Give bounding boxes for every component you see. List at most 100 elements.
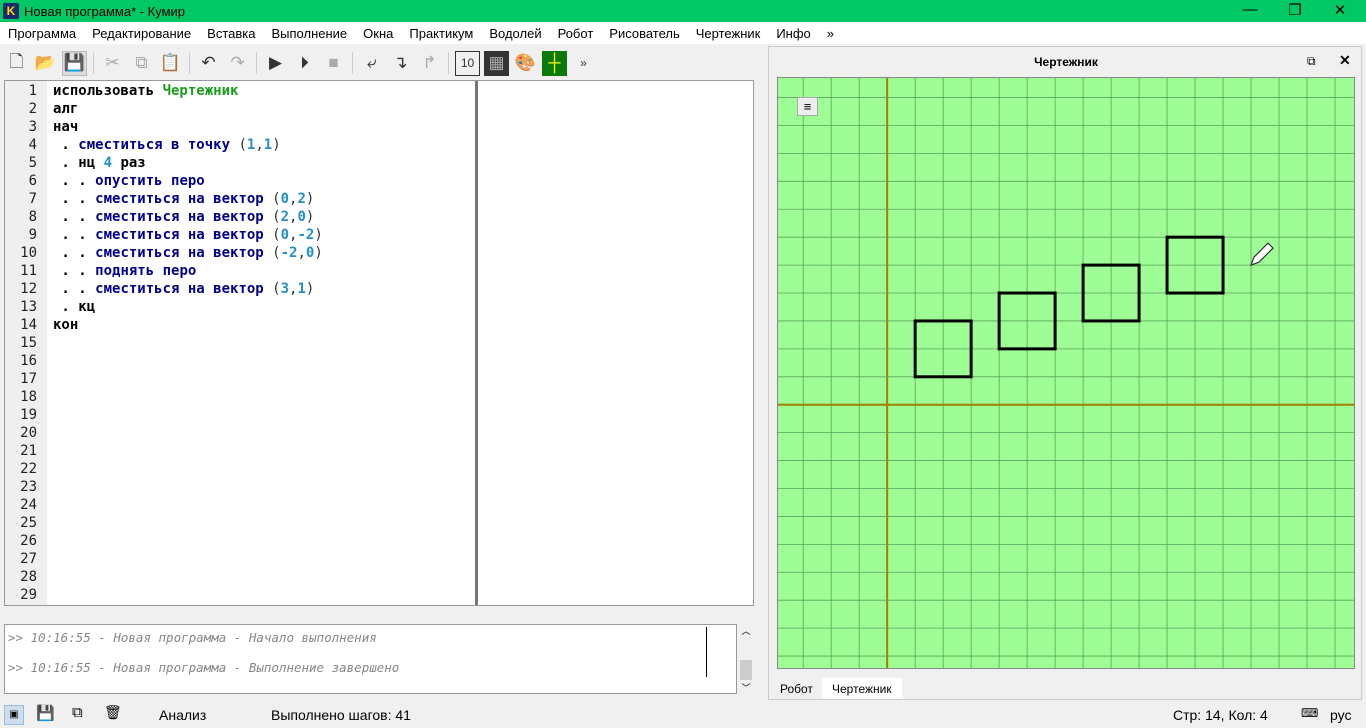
code-token: . .: [53, 209, 96, 225]
menu-item[interactable]: Рисователь: [609, 22, 687, 44]
step-over-icon[interactable]: ⤶: [359, 51, 384, 76]
robot-grid-icon[interactable]: ▦: [484, 50, 509, 76]
run-step-icon[interactable]: ⏵: [292, 51, 317, 76]
canvas-background: [778, 78, 1354, 668]
menu-item[interactable]: Инфо: [776, 22, 818, 44]
line-number: 7: [28, 191, 37, 207]
line-number: 29: [20, 587, 37, 603]
console-line: >> 10:16:55 - Новая программа - Выполнен…: [8, 660, 400, 675]
drawer-icon[interactable]: ┼: [542, 50, 567, 76]
hamburger-menu-icon[interactable]: ≡: [797, 97, 818, 116]
stop-icon[interactable]: ■: [321, 51, 346, 76]
restore-button[interactable]: ❐: [1275, 1, 1315, 19]
line-number: 3: [28, 119, 37, 135]
console-toggle-icon[interactable]: ▣: [4, 705, 24, 725]
line-number: 1: [28, 83, 37, 99]
run-icon[interactable]: ▶: [263, 51, 288, 76]
menu-item[interactable]: »: [827, 22, 842, 44]
code-token: опустить перо: [95, 173, 205, 189]
minimize-button[interactable]: —: [1230, 1, 1270, 18]
code-line: . кц: [53, 299, 95, 315]
redo-icon[interactable]: ↷: [225, 51, 250, 76]
separator: [93, 52, 94, 74]
menu-item[interactable]: Окна: [363, 22, 401, 44]
menu-item[interactable]: Вставка: [207, 22, 263, 44]
step-out-icon[interactable]: ↱: [417, 51, 442, 76]
code-token: 3: [280, 281, 290, 297]
menu-item[interactable]: Редактирование: [92, 22, 199, 44]
code-line: . сместиться в точку (1,1): [53, 137, 280, 153]
code-token: . .: [53, 263, 96, 279]
cut-icon[interactable]: ✂: [100, 51, 125, 76]
code-token: кон: [53, 317, 79, 333]
paste-icon[interactable]: 📋: [158, 51, 183, 76]
clear-output-icon[interactable]: 🗑: [104, 704, 122, 721]
menu-item[interactable]: Практикум: [409, 22, 481, 44]
line-number: 18: [20, 389, 37, 405]
line-number: 4: [28, 137, 37, 153]
painter-icon[interactable]: 🎨: [513, 51, 538, 76]
code-editor[interactable]: 1 2 3 4 5 6 7 8 9 10 11 12 13 14 15 16 17 18 19 20 21 22 23 24 2…: [4, 80, 754, 606]
drawer-canvas[interactable]: [777, 77, 1355, 669]
keyboard-language[interactable]: рус: [1330, 707, 1351, 723]
line-number: 23: [20, 479, 37, 495]
code-token: . кц: [53, 299, 96, 315]
code-line: нач: [53, 119, 78, 135]
code-token: алг: [53, 101, 79, 117]
code-token: раз: [112, 155, 146, 171]
open-folder-icon[interactable]: 📂: [33, 51, 58, 76]
code-token: ): [314, 227, 323, 243]
close-panel-icon[interactable]: ✕: [1339, 52, 1351, 69]
line-number: 8: [28, 209, 37, 225]
new-file-icon[interactable]: 🗋: [4, 51, 29, 76]
analysis-label: Анализ: [159, 707, 207, 723]
menu-item[interactable]: Выполнение: [271, 22, 355, 44]
code-token: . .: [53, 245, 96, 261]
toolbar: 🗋 📂 💾 ✂ ⧉ 📋 ↶ ↷ ▶ ⏵ ■ ⤶ ↴ ↱ 10 ▦ 🎨 ┼ »: [4, 48, 754, 78]
copy-output-icon[interactable]: ⧉: [72, 704, 83, 721]
copy-icon[interactable]: ⧉: [129, 51, 154, 76]
code-token: 4: [103, 155, 113, 171]
menu-item[interactable]: Робот: [558, 22, 602, 44]
code-token: . .: [53, 281, 96, 297]
tab-robot[interactable]: Робот: [770, 678, 823, 699]
code-token: 0: [280, 227, 290, 243]
line-number: 11: [20, 263, 37, 279]
menu-item[interactable]: Водолей: [489, 22, 549, 44]
code-token: 0: [280, 191, 290, 207]
text-cursor: [706, 627, 707, 677]
calculator-icon[interactable]: 10: [455, 50, 480, 76]
code-token: . .: [53, 173, 96, 189]
line-number: 5: [28, 155, 37, 171]
undo-icon[interactable]: ↶: [196, 51, 221, 76]
line-number: 12: [20, 281, 37, 297]
line-number: 26: [20, 533, 37, 549]
tab-drawer[interactable]: Чертежник: [822, 678, 902, 699]
code-token: (: [272, 281, 281, 297]
code-token: . нц: [53, 155, 104, 171]
code-token: . .: [53, 191, 96, 207]
code-token: 2: [280, 209, 290, 225]
close-button[interactable]: ✕: [1320, 1, 1360, 19]
code-token: сместиться на вектор: [95, 191, 273, 207]
window-title: Новая программа* - Кумир: [24, 4, 186, 19]
menu-item[interactable]: Программа: [8, 22, 84, 44]
more-tools-button[interactable]: »: [571, 51, 596, 76]
save-icon[interactable]: 💾: [62, 50, 87, 76]
step-into-icon[interactable]: ↴: [388, 51, 413, 76]
code-token: сместиться в точку: [78, 137, 239, 153]
line-number: 10: [20, 245, 37, 261]
separator: [189, 52, 190, 74]
menu-item[interactable]: Чертежник: [696, 22, 769, 44]
editor-splitter[interactable]: [475, 81, 478, 605]
code-token: ): [314, 245, 323, 261]
float-panel-icon[interactable]: ⧉: [1307, 54, 1316, 69]
code-token: 1: [297, 281, 306, 297]
code-token: (: [272, 209, 281, 225]
code-token: (: [272, 245, 281, 261]
console-scrollbar[interactable]: ︿ ﹀: [738, 624, 754, 694]
save-output-icon[interactable]: 💾: [36, 704, 55, 722]
separator: [352, 52, 353, 74]
status-bar: ▣ 💾 ⧉ 🗑 Анализ Выполнено шагов: 41 Стр: …: [0, 700, 1366, 728]
menu-bar: Программа Редактирование Вставка Выполнение…: [0, 22, 1366, 44]
